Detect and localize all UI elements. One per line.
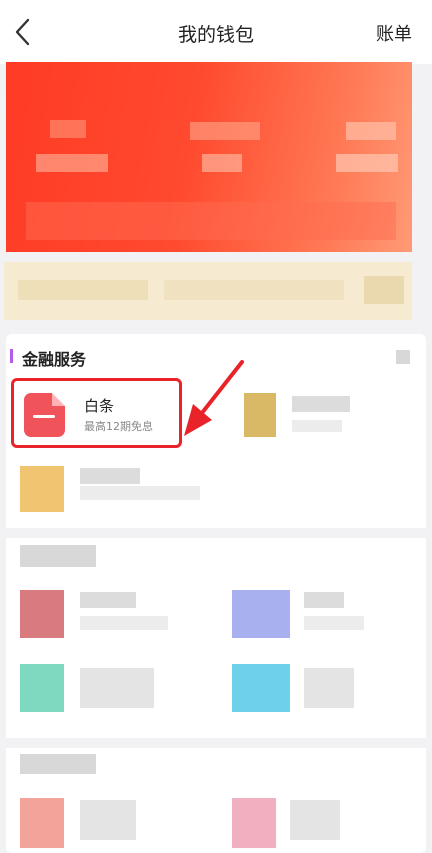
icon-line <box>33 415 55 418</box>
bill-button[interactable]: 账单 <box>376 20 412 46</box>
icon-fold <box>52 393 65 406</box>
card-blur-block <box>50 120 86 138</box>
page-title: 我的钱包 <box>177 24 254 46</box>
banner-blur-block <box>18 280 148 300</box>
service-icon[interactable] <box>20 590 64 638</box>
section-marker <box>10 349 13 363</box>
section-title-blur <box>20 545 96 567</box>
card-blur-block <box>346 122 396 140</box>
service-label <box>304 592 344 608</box>
section-divider <box>6 738 426 748</box>
service-label <box>290 800 340 840</box>
baitiao-subtitle: 最高12期免息 <box>84 420 153 433</box>
service-icon[interactable] <box>20 466 64 512</box>
service-sublabel <box>304 616 364 630</box>
section-divider <box>6 528 426 538</box>
card-blur-block <box>36 154 108 172</box>
service-label <box>80 592 136 608</box>
service-label <box>80 668 154 708</box>
section-title-blur <box>20 754 96 774</box>
banner-blur-block <box>164 280 344 300</box>
service-label <box>80 468 140 484</box>
top-bar: 我的钱包 账单 <box>0 0 432 64</box>
service-sublabel <box>292 420 342 432</box>
service-label <box>292 396 350 412</box>
card-blur-block <box>26 202 396 240</box>
service-icon[interactable] <box>232 798 276 848</box>
more-icon[interactable] <box>396 350 410 364</box>
card-blur-block <box>202 154 242 172</box>
section-title: 金融服务 <box>22 350 87 369</box>
baitiao-icon <box>24 393 65 437</box>
service-sublabel <box>80 616 168 630</box>
service-icon[interactable] <box>244 393 276 437</box>
service-sublabel <box>80 486 200 500</box>
wallet-card[interactable] <box>6 62 412 252</box>
banner-blur-block <box>364 276 404 304</box>
service-icon[interactable] <box>20 798 64 848</box>
service-icon[interactable] <box>20 664 64 712</box>
card-blur-block <box>190 122 260 140</box>
promo-banner[interactable] <box>4 262 412 320</box>
service-label <box>304 668 354 708</box>
baitiao-name: 白条 <box>84 397 115 415</box>
service-icon[interactable] <box>232 590 290 638</box>
service-icon[interactable] <box>232 664 290 712</box>
service-label <box>80 800 136 840</box>
card-blur-block <box>336 154 398 172</box>
